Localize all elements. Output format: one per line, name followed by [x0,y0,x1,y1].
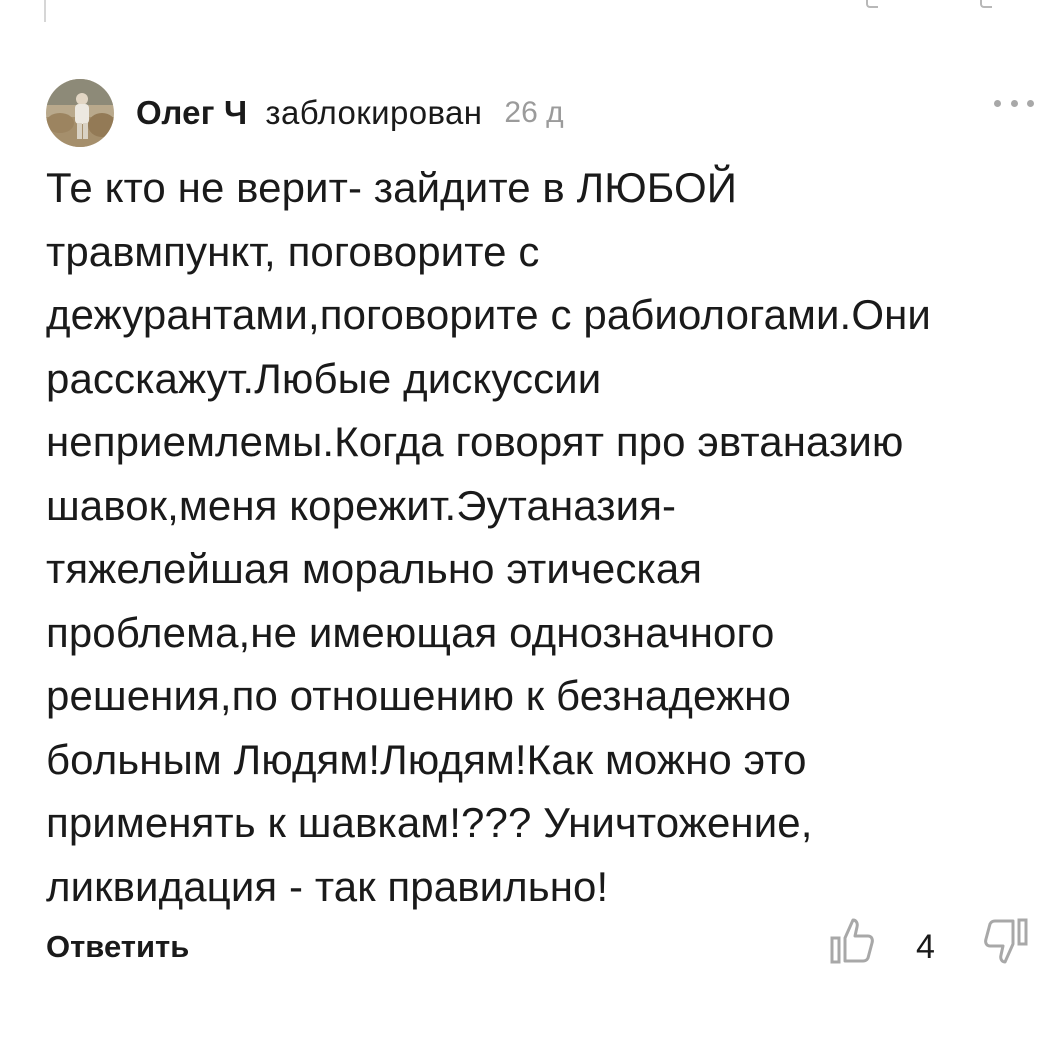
dot [1027,99,1034,107]
author-status: заблокирован [265,94,483,131]
comment-header: Олег Ч заблокирован 26 д [46,78,1036,148]
avatar[interactable] [46,79,114,147]
like-count: 4 [916,928,935,966]
like-button[interactable] [828,914,876,970]
reply-button[interactable]: Ответить [46,929,189,965]
avatar-image [46,79,114,147]
thumb-down-icon [984,918,1028,964]
comment: Олег Ч заблокирован 26 д Те кто не верит… [0,0,1064,1042]
dislike-button[interactable] [982,914,1030,970]
thumb-up-icon [830,918,874,964]
comment-time: 26 д [504,96,564,129]
dot [1010,99,1018,107]
author-name[interactable]: Олег Ч [136,94,247,132]
comment-text: Те кто не верит- зайдите в ЛЮБОЙ травмпу… [46,164,931,910]
more-dots-icon[interactable] [994,96,1034,110]
comment-footer: Ответить 4 [46,912,1036,982]
dot [994,99,1001,107]
